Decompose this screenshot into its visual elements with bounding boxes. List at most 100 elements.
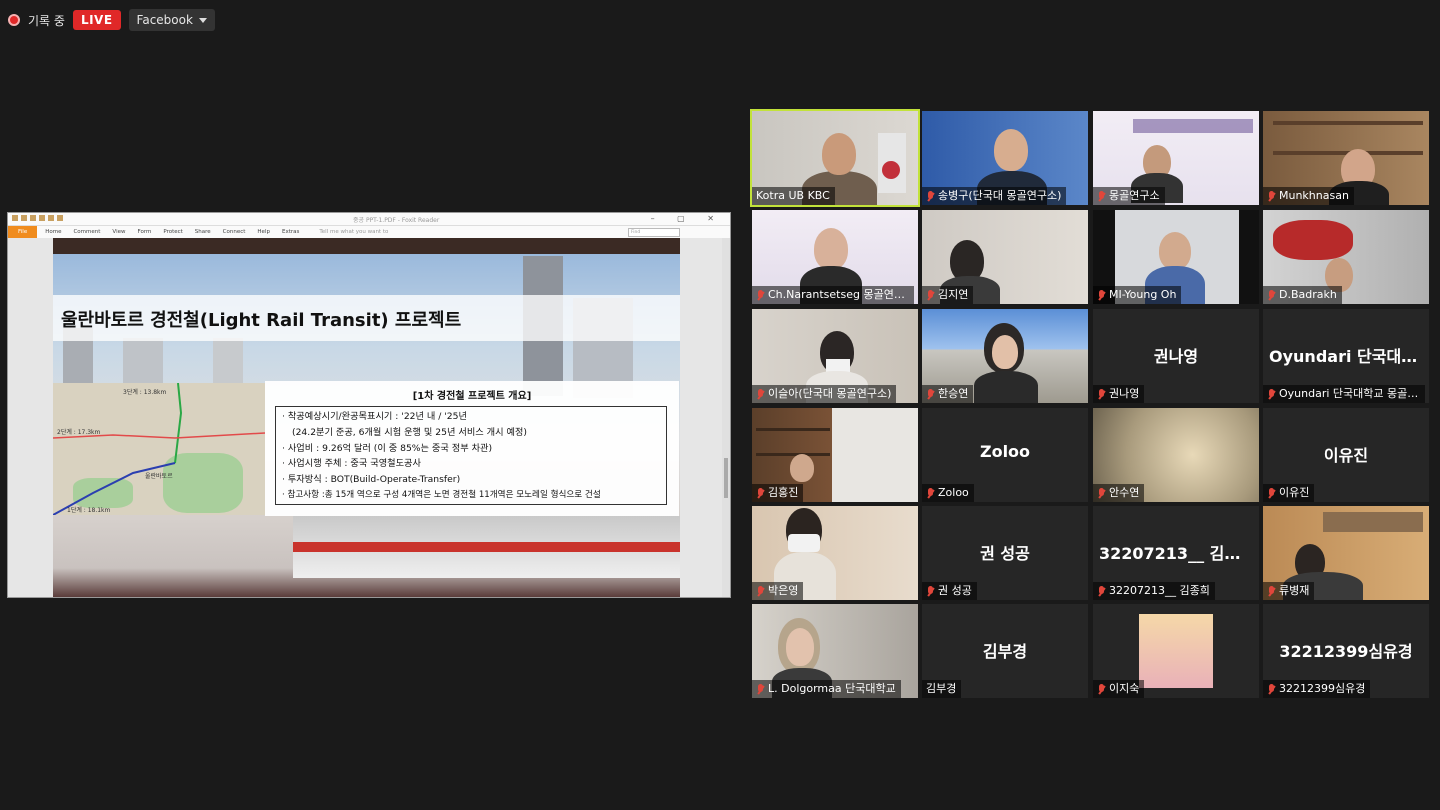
ribbon-file-tab[interactable]: File <box>8 226 38 238</box>
shared-screen[interactable]: 중공 PPT-1.PDF - Foxit Reader – ▢ ✕ File H… <box>7 212 731 598</box>
find-input[interactable]: Find <box>628 228 680 237</box>
profile-picture <box>1139 614 1213 688</box>
participant-tile[interactable]: 32207213__ 김종희 32207213__ 김종희 <box>1093 506 1259 600</box>
muted-mic-icon <box>926 289 935 301</box>
ribbon-tab-comment[interactable]: Comment <box>73 229 100 235</box>
overview-item: · 투자방식 : BOT(Build-Operate-Transfer) <box>282 474 461 486</box>
overview-item: (24.2분기 준공, 6개월 시험 운행 및 25년 서비스 개시 예정) <box>292 426 527 438</box>
participant-name-label: 송병구(단국대 몽골연구소) <box>922 187 1067 205</box>
stream-target-dropdown[interactable]: Facebook <box>128 9 215 31</box>
ribbon-tab-home[interactable]: Home <box>45 229 61 235</box>
tell-me-search[interactable]: Tell me what you want to <box>319 229 388 235</box>
participant-name-label: Zoloo <box>922 484 974 502</box>
participant-display-name: 32212399심유경 <box>1279 642 1413 661</box>
train-photo <box>293 516 680 578</box>
participant-tile[interactable]: 한승연 <box>922 309 1088 403</box>
participant-tile[interactable]: 김지연 <box>922 210 1088 304</box>
participant-tile[interactable]: 이지숙 <box>1093 604 1259 698</box>
ribbon-tab-protect[interactable]: Protect <box>163 229 182 235</box>
participant-name-label: 32212399심유경 <box>1263 680 1371 698</box>
recording-label: 기록 중 <box>28 13 65 28</box>
participant-tile[interactable]: 박은영 <box>752 506 918 600</box>
participant-tile[interactable]: 김부경 김부경 <box>922 604 1088 698</box>
participant-tile[interactable]: 류병재 <box>1263 506 1429 600</box>
muted-mic-icon <box>756 289 765 301</box>
muted-mic-icon <box>926 190 935 202</box>
ribbon-tab-share[interactable]: Share <box>195 229 211 235</box>
route-map: 3단계 : 13.8km 2단계 : 17.3km 울란바토르 1단계 : 18… <box>53 383 265 515</box>
participant-display-name: 김부경 <box>982 642 1028 661</box>
participant-tile[interactable]: 32212399심유경 32212399심유경 <box>1263 604 1429 698</box>
overview-item: · 참고사항 :총 15개 역으로 구성 4개역은 노면 경전철 11개역은 모… <box>282 489 601 500</box>
vertical-scrollbar[interactable] <box>722 238 730 597</box>
live-badge[interactable]: LIVE <box>72 10 121 30</box>
participant-display-name: 이유진 <box>1323 446 1369 465</box>
participant-display-name: 권 성공 <box>980 544 1030 563</box>
participant-name-label: 류병재 <box>1263 582 1315 600</box>
overview-item: · 사업시행 주체 : 중국 국영철도공사 <box>282 458 421 470</box>
participant-name-label: Kotra UB KBC <box>752 187 835 205</box>
participant-display-name: Zoloo <box>979 442 1031 461</box>
pdf-window-title: 중공 PPT-1.PDF - Foxit Reader <box>353 217 440 224</box>
muted-mic-icon <box>756 683 765 695</box>
map-label-city: 울란바토르 <box>145 473 173 480</box>
muted-mic-icon <box>1097 585 1106 597</box>
ribbon-tab-extras[interactable]: Extras <box>282 229 299 235</box>
ribbon-tab-connect[interactable]: Connect <box>223 229 246 235</box>
muted-mic-icon <box>1267 683 1276 695</box>
participant-name-label: Munkhnasan <box>1263 187 1354 205</box>
participant-name-label: 몽골연구소 <box>1093 187 1165 205</box>
ribbon-tab-help[interactable]: Help <box>257 229 270 235</box>
stream-target-label: Facebook <box>136 13 193 27</box>
participant-display-name: Oyundari 단국대학교 몽골연구소 <box>1269 347 1429 366</box>
participant-name-label: Ch.Narantsetseg 몽골연구소 <box>752 286 914 304</box>
project-overview-box: [1차 경전철 프로젝트 개요] · 착공예상시기/완공목표시기 : '22년 … <box>265 381 679 516</box>
participant-tile[interactable]: D.Badrakh <box>1263 210 1429 304</box>
participant-tile[interactable]: Kotra UB KBC <box>750 109 920 207</box>
muted-mic-icon <box>1267 585 1276 597</box>
participant-name-label: 32207213__ 김종희 <box>1093 582 1215 600</box>
route-lines <box>53 383 265 515</box>
participant-tile[interactable]: 이슬아(단국대 몽골연구소) <box>752 309 918 403</box>
participant-tile[interactable]: Zoloo Zoloo <box>922 408 1088 502</box>
ribbon-tab-form[interactable]: Form <box>137 229 151 235</box>
pdf-document-area[interactable]: 울란바토르 경전철(Light Rail Transit) 프로젝트 3단계 :… <box>8 238 730 597</box>
overview-item: · 사업비 : 9.26억 달러 (이 중 85%는 중국 정부 차관) <box>282 442 493 454</box>
muted-mic-icon <box>1267 289 1276 301</box>
participant-name-label: 권 성공 <box>922 582 977 600</box>
participant-tile[interactable]: MI-Young Oh <box>1093 210 1259 304</box>
participant-tile[interactable]: 안수연 <box>1093 408 1259 502</box>
participant-tile[interactable]: Oyundari 단국대학교 몽골연구소 Oyundari 단국대학교 몽골연구… <box>1263 309 1429 403</box>
participant-name-label: 권나영 <box>1093 385 1145 403</box>
participant-tile[interactable]: Ch.Narantsetseg 몽골연구소 <box>752 210 918 304</box>
participant-tile[interactable]: Munkhnasan <box>1263 111 1429 205</box>
participant-tile[interactable]: 이유진 이유진 <box>1263 408 1429 502</box>
participant-name-label: MI-Young Oh <box>1093 286 1182 304</box>
participant-tile[interactable]: 몽골연구소 <box>1093 111 1259 205</box>
participant-tile[interactable]: 김홍진 <box>752 408 918 502</box>
top-status-bar: 기록 중 LIVE Facebook <box>8 8 215 32</box>
participant-display-name: 32207213__ 김종희 <box>1099 544 1254 563</box>
participant-name-label: 이지숙 <box>1093 680 1145 698</box>
muted-mic-icon <box>1097 388 1106 400</box>
muted-mic-icon <box>1267 487 1276 499</box>
participant-name-label: 박은영 <box>752 582 804 600</box>
participant-tile[interactable]: L. Dolgormaa 단국대학교 <box>752 604 918 698</box>
muted-mic-icon <box>1097 683 1106 695</box>
muted-mic-icon <box>926 388 935 400</box>
participant-name-label: 이슬아(단국대 몽골연구소) <box>752 385 897 403</box>
map-label-stage3: 3단계 : 13.8km <box>123 389 167 396</box>
window-controls[interactable]: – ▢ ✕ <box>651 214 724 223</box>
quick-access-toolbar[interactable] <box>12 215 63 221</box>
ribbon-tab-view[interactable]: View <box>112 229 125 235</box>
muted-mic-icon <box>926 487 935 499</box>
map-label-stage2: 2단계 : 17.3km <box>57 429 101 436</box>
participant-tile[interactable]: 송병구(단국대 몽골연구소) <box>922 111 1088 205</box>
participant-tile[interactable]: 권 성공 권 성공 <box>922 506 1088 600</box>
presentation-slide: 울란바토르 경전철(Light Rail Transit) 프로젝트 3단계 :… <box>53 238 680 597</box>
muted-mic-icon <box>1097 190 1106 202</box>
overview-item: · 착공예상시기/완공목표시기 : '22년 내 / '25년 <box>282 411 467 422</box>
record-icon[interactable] <box>8 14 20 26</box>
participant-name-label: 김부경 <box>922 680 962 698</box>
participant-tile[interactable]: 권나영 권나영 <box>1093 309 1259 403</box>
